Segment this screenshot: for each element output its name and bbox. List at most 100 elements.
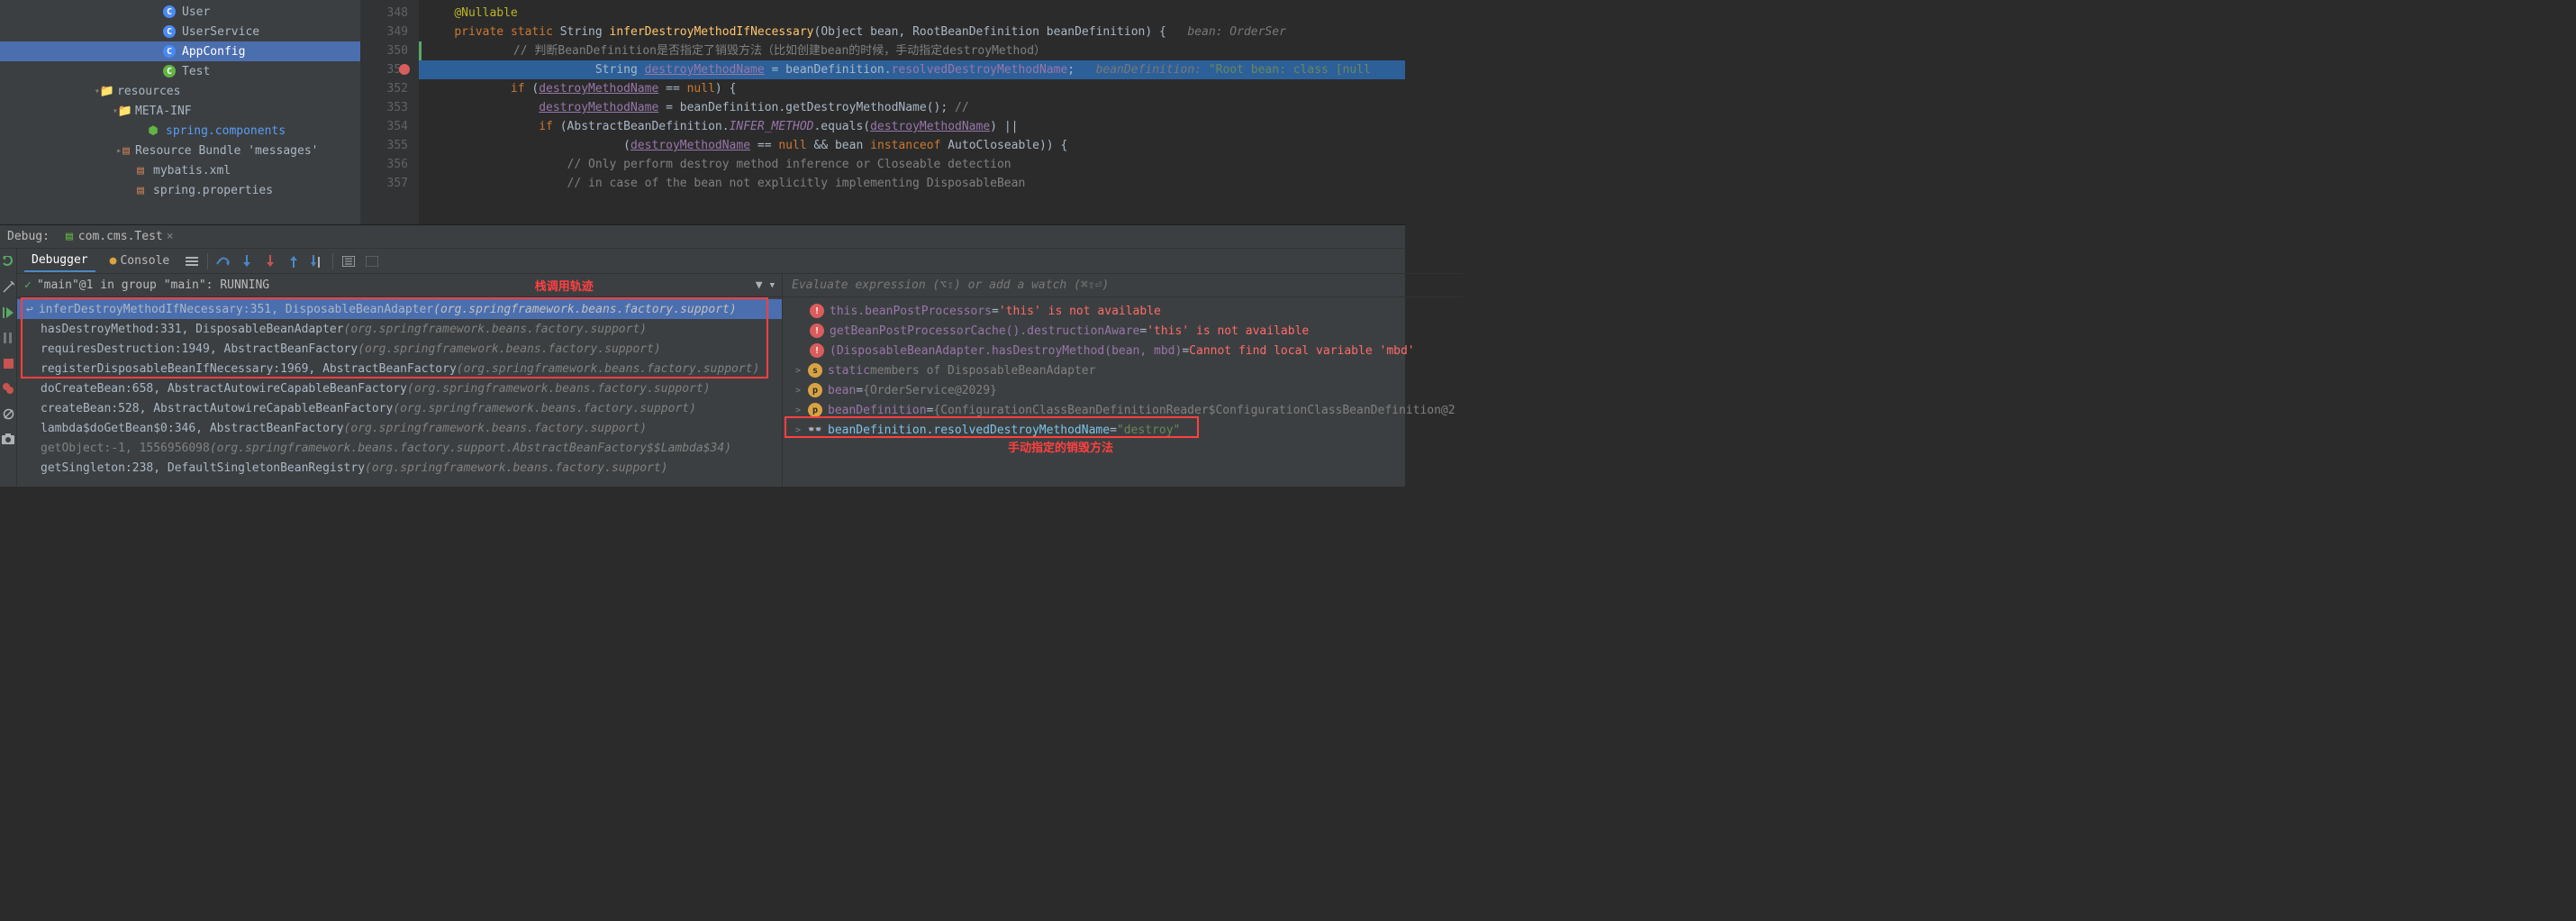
annotation-destroy: 手动指定的销毁方法 [1008,438,1113,455]
tree-label: User [182,5,210,19]
frame-method: lambda$doGetBean$0:346, AbstractBeanFact… [41,422,344,435]
debug-panel: Debug: ▤ com.cms.Test × Debugger [0,225,1405,487]
frame-method: getSingleton:238, DefaultSingletonBeanRe… [41,461,365,475]
frame-package: (org.springframework.beans.factory.suppo… [344,422,648,435]
var-value: 'this' is not available [999,305,1161,318]
error-icon: ! [810,343,824,358]
tree-item[interactable]: CAppConfig [0,41,360,61]
step-out-button[interactable] [286,253,302,269]
expand-icon[interactable]: > [795,366,808,376]
var-value: 'this' is not available [1147,324,1309,338]
variable-item[interactable]: >👓beanDefinition.resolvedDestroyMethodNa… [783,420,1463,440]
code-line[interactable]: private static String inferDestroyMethod… [419,23,1405,41]
project-tree[interactable]: CUserCUserServiceCAppConfigCTest▾📁resour… [0,0,360,224]
expand-icon[interactable]: > [795,425,808,435]
tree-item[interactable]: ▸▤Resource Bundle 'messages' [0,141,360,160]
threads-icon[interactable] [184,253,200,269]
tree-icon: ▤ [133,183,148,197]
debug-tab-label: com.cms.Test [78,230,163,243]
code-line[interactable]: String destroyMethodName = beanDefinitio… [419,60,1405,79]
var-name: beanDefinition.resolvedDestroyMethodName [828,424,1110,437]
frame-method: hasDestroyMethod:331, DisposableBeanAdap… [41,323,344,336]
error-icon: ! [810,304,824,318]
variable-item[interactable]: !getBeanPostProcessorCache().destruction… [783,321,1463,341]
filter-icon[interactable]: ▼ [756,278,763,292]
expand-icon[interactable]: > [795,406,808,415]
tree-label: AppConfig [182,45,245,59]
stack-frame[interactable]: requiresDestruction:1949, AbstractBeanFa… [17,339,782,359]
tree-item[interactable]: ▤mybatis.xml [0,160,360,180]
expand-icon[interactable]: > [795,386,808,396]
mute-breakpoints-button[interactable] [0,406,16,422]
run-to-cursor-button[interactable] [309,253,325,269]
stack-frame[interactable]: ↩inferDestroyMethodIfNecessary:351, Disp… [17,299,782,319]
tree-item[interactable]: ▾📁META-INF [0,101,360,121]
var-name: bean [828,384,856,397]
step-over-button[interactable] [215,253,231,269]
frame-package: (org.springframework.beans.factory.suppo… [344,323,648,336]
var-name: (DisposableBeanAdapter.hasDestroyMethod(… [830,344,1182,358]
tree-label: resources [117,85,180,98]
tree-item[interactable]: ⬢spring.components [0,121,360,141]
code-editor[interactable]: 348349350351352353354355356357 @Nullable… [360,0,1405,224]
annotation-stack-trace: 栈调用轨迹 [535,277,594,294]
frames-panel: ✓ "main"@1 in group "main": RUNNING 栈调用轨… [17,274,783,487]
breakpoint-icon[interactable] [399,64,410,75]
debug-run-config-tab[interactable]: ▤ com.cms.Test × [59,230,181,243]
step-into-button[interactable] [239,253,255,269]
modify-button[interactable] [0,279,16,296]
var-value: Cannot find local variable 'mbd' [1189,344,1414,358]
tree-label: Resource Bundle 'messages' [135,144,319,158]
variable-item[interactable]: >sstatic members of DisposableBeanAdapte… [783,360,1463,380]
close-icon[interactable]: × [167,230,174,243]
stack-frame[interactable]: lambda$doGetBean$0:346, AbstractBeanFact… [17,418,782,438]
debugger-tab[interactable]: Debugger [24,250,95,272]
code-line[interactable]: // 判断BeanDefinition是否指定了销毁方法（比如创建bean的时候… [419,41,1405,60]
stack-frame[interactable]: doCreateBean:658, AbstractAutowireCapabl… [17,378,782,398]
tree-item[interactable]: ▾📁resources [0,81,360,101]
code-line[interactable]: @Nullable [419,4,1405,23]
code-line[interactable]: if (AbstractBeanDefinition.INFER_METHOD.… [419,117,1405,136]
var-value: "destroy" [1117,424,1180,437]
var-value: members of DisposableBeanAdapter [870,364,1095,378]
code-line[interactable]: (destroyMethodName == null && bean insta… [419,136,1405,155]
stack-frame[interactable]: hasDestroyMethod:331, DisposableBeanAdap… [17,319,782,339]
thread-label[interactable]: "main"@1 in group "main": RUNNING [37,278,535,292]
stop-button[interactable] [0,355,16,371]
var-value: {OrderService@2029} [863,384,997,397]
evaluate-input[interactable]: Evaluate expression (⌥⇧) or add a watch … [783,274,1463,297]
resume-button[interactable] [0,305,16,321]
rerun-button[interactable] [0,254,16,270]
var-name: getBeanPostProcessorCache().destructionA… [830,324,1139,338]
tree-item[interactable]: CUser [0,2,360,22]
tree-item[interactable]: ▤spring.properties [0,180,360,200]
dropdown-icon[interactable]: ▼ [770,281,775,290]
variable-item[interactable]: >pbeanDefinition = {ConfigurationClassBe… [783,400,1463,420]
tree-item[interactable]: CTest [0,61,360,81]
code-line[interactable]: if (destroyMethodName == null) { [419,79,1405,98]
pause-button[interactable] [0,330,16,346]
check-icon: ✓ [24,278,32,292]
frame-package: (org.springframework.beans.factory.suppo… [358,342,661,356]
stack-frame[interactable]: createBean:528, AbstractAutowireCapableB… [17,398,782,418]
stack-frame[interactable]: getObject:-1, 1556956098 (org.springfram… [17,438,782,458]
view-breakpoints-button[interactable] [0,380,16,397]
force-step-into-button[interactable] [262,253,278,269]
stack-frame[interactable]: registerDisposableBeanIfNecessary:1969, … [17,359,782,378]
var-value: {ConfigurationClassBeanDefinitionReader$… [933,404,1455,417]
evaluate-button[interactable] [340,253,357,269]
variable-item[interactable]: >pbean = {OrderService@2029} [783,380,1463,400]
tree-item[interactable]: CUserService [0,22,360,41]
variable-item[interactable]: !this.beanPostProcessors = 'this' is not… [783,301,1463,321]
stack-frame[interactable]: getSingleton:238, DefaultSingletonBeanRe… [17,458,782,478]
frame-method: createBean:528, AbstractAutowireCapableB… [41,402,393,415]
console-tab[interactable]: ●Console [103,251,177,271]
tree-icon: ▾📁 [115,104,130,118]
code-line[interactable]: // Only perform destroy method inference… [419,155,1405,174]
camera-button[interactable] [0,431,16,447]
trace-button[interactable] [364,253,380,269]
variable-item[interactable]: ! (DisposableBeanAdapter.hasDestroyMethod… [783,341,1463,360]
code-line[interactable]: // in case of the bean not explicitly im… [419,174,1405,193]
frame-package: (org.springframework.beans.factory.suppo… [457,362,760,376]
code-line[interactable]: destroyMethodName = beanDefinition.getDe… [419,98,1405,117]
